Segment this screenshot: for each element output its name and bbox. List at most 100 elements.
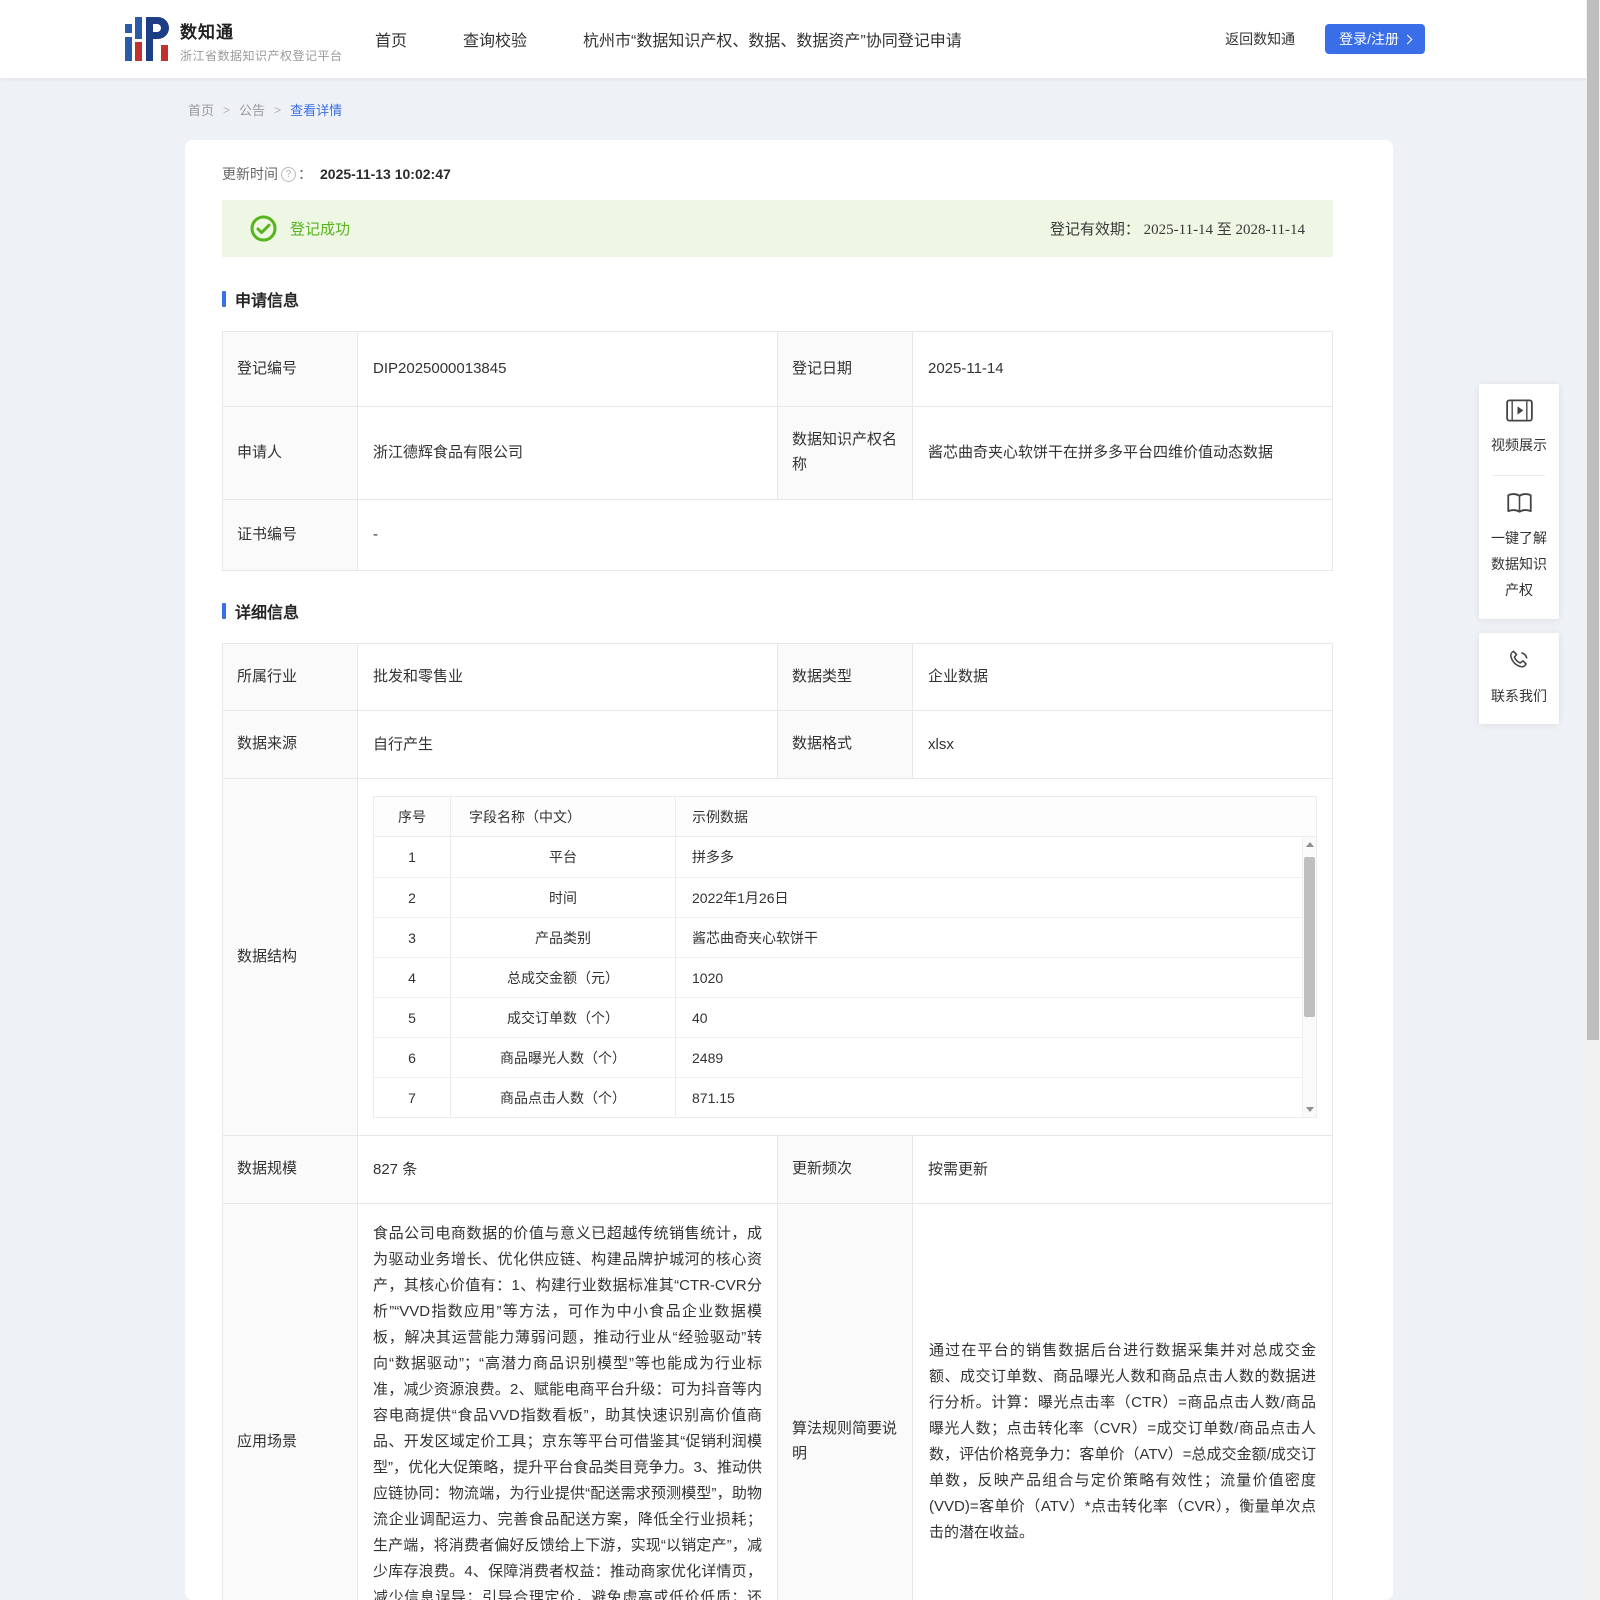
help-icon[interactable]: ? bbox=[281, 166, 296, 182]
cell-sample: 酱芯曲奇夹心软饼干 bbox=[692, 929, 818, 946]
table-row: 数据结构 序号 字段名称（中文） 示例数据 1 平台 拼多多 2 时间 2022… bbox=[223, 778, 1332, 1135]
floating-side-panel: 视频展示 一键了解数据知识产权 联系我们 bbox=[1479, 384, 1559, 725]
brand-subtitle: 浙江省数据知识产权登记平台 bbox=[180, 48, 343, 63]
validity-label: 登记有效期： bbox=[1049, 222, 1140, 238]
cell-field: 总成交金额（元） bbox=[451, 958, 676, 997]
top-nav-bar: 数知通 浙江省数据知识产权登记平台 首页 查询校验 杭州市“数据知识产权、数据、… bbox=[0, 0, 1600, 78]
table-row: 4 总成交金额（元） 1020 bbox=[374, 957, 1316, 997]
header-actions: 返回数知通 登录/注册 bbox=[1225, 0, 1425, 78]
cell-sample: 拼多多 bbox=[692, 849, 734, 865]
scroll-up-icon[interactable] bbox=[1306, 842, 1314, 847]
table-row: 所属行业 批发和零售业 数据类型 企业数据 bbox=[223, 644, 1332, 710]
video-icon bbox=[1505, 399, 1533, 426]
cell-no: 4 bbox=[374, 958, 451, 997]
breadcrumb-separator-icon: > bbox=[274, 102, 282, 117]
data-structure-label: 数据结构 bbox=[223, 779, 358, 1135]
update-time-colon: ： bbox=[298, 166, 312, 182]
cell-field: 平台 bbox=[451, 837, 676, 877]
back-to-shuzhitong-link[interactable]: 返回数知通 bbox=[1225, 29, 1295, 49]
title-accent-bar bbox=[222, 603, 226, 619]
breadcrumb-announcement[interactable]: 公告 bbox=[239, 100, 265, 119]
brand-text: 数知通 浙江省数据知识产权登记平台 bbox=[180, 18, 343, 64]
breadcrumb-home[interactable]: 首页 bbox=[188, 100, 214, 119]
cell-no: 5 bbox=[374, 998, 451, 1037]
ip-name-value: 酱芯曲奇夹心软饼干在拼多多平台四维价值动态数据 bbox=[928, 444, 1274, 461]
table-row: 应用场景 食品公司电商数据的价值与意义已超越传统销售统计，成为驱动业务增长、优化… bbox=[223, 1203, 1332, 1600]
table-row: 申请人 浙江德辉食品有限公司 数据知识产权名称 酱芯曲奇夹心软饼干在拼多多平台四… bbox=[223, 406, 1332, 499]
cell-field: 产品类别 bbox=[451, 918, 676, 957]
learn-data-ip-button[interactable]: 一键了解数据知识产权 bbox=[1485, 492, 1553, 604]
detail-content-card: 更新时间 ? ： 2025-11-13 10:02:47 登记成功 登记有效期：… bbox=[185, 140, 1393, 1600]
inner-table-scrollbar[interactable] bbox=[1302, 837, 1316, 1117]
apply-info-table: 登记编号 DIP2025000013845 登记日期 2025-11-14 申请… bbox=[222, 331, 1333, 571]
data-source-label: 数据来源 bbox=[223, 711, 358, 778]
apply-info-title-text: 申请信息 bbox=[235, 293, 300, 310]
registration-success-banner: 登记成功 登记有效期： 2025-11-14 至 2028-11-14 bbox=[222, 200, 1333, 257]
scrollbar-thumb[interactable] bbox=[1304, 857, 1315, 1017]
page-scrollbar[interactable] bbox=[1586, 0, 1600, 1600]
side-card-contact: 联系我们 bbox=[1479, 632, 1559, 725]
table-row: 7 商品点击人数（个） 871.15 bbox=[374, 1077, 1316, 1117]
table-row: 证书编号 - bbox=[223, 499, 1332, 570]
phone-icon bbox=[1507, 650, 1532, 677]
detail-info-title-text: 详细信息 bbox=[235, 605, 300, 622]
data-source-value: 自行产生 bbox=[358, 711, 778, 778]
data-scale-value: 827 条 bbox=[358, 1136, 778, 1203]
structure-table-body: 1 平台 拼多多 2 时间 2022年1月26日 3 产品类别 酱芯曲奇夹心软饼… bbox=[374, 837, 1316, 1117]
cert-number-value: - bbox=[373, 526, 378, 543]
table-row: 数据来源 自行产生 数据格式 xlsx bbox=[223, 710, 1332, 778]
reg-number-value: DIP2025000013845 bbox=[358, 332, 778, 406]
page: 数知通 浙江省数据知识产权登记平台 首页 查询校验 杭州市“数据知识产权、数据、… bbox=[0, 0, 1600, 1600]
detail-info-table: 所属行业 批发和零售业 数据类型 企业数据 数据来源 自行产生 数据格式 xls… bbox=[222, 643, 1333, 1600]
data-format-label: 数据格式 bbox=[778, 711, 913, 778]
nav-item-home[interactable]: 首页 bbox=[375, 27, 407, 51]
cell-field: 成交订单数（个） bbox=[451, 998, 676, 1037]
cell-field: 商品曝光人数（个） bbox=[451, 1038, 676, 1077]
data-structure-cell: 序号 字段名称（中文） 示例数据 1 平台 拼多多 2 时间 2022年1月26… bbox=[358, 779, 1332, 1135]
video-demo-button[interactable]: 视频展示 bbox=[1485, 399, 1553, 459]
login-register-label: 登录/注册 bbox=[1339, 31, 1399, 47]
applicant-label: 申请人 bbox=[223, 407, 358, 499]
cell-sample: 2489 bbox=[692, 1049, 724, 1066]
book-icon bbox=[1506, 493, 1533, 519]
update-frequency-value: 按需更新 bbox=[928, 1160, 989, 1178]
logo-icon bbox=[125, 15, 169, 66]
page-scrollbar-thumb[interactable] bbox=[1587, 0, 1599, 1040]
cell-no: 1 bbox=[374, 837, 451, 877]
contact-us-button[interactable]: 联系我们 bbox=[1485, 648, 1553, 710]
algorithm-rules-text: 通过在平台的销售数据后台进行数据采集并对总成交金额、成交订单数、商品曝光人数和商… bbox=[929, 1342, 1316, 1541]
cell-sample: 871.15 bbox=[692, 1089, 735, 1106]
cert-number-label: 证书编号 bbox=[223, 500, 358, 570]
algorithm-rules-label: 算法规则简要说明 bbox=[778, 1204, 913, 1600]
scroll-down-icon[interactable] bbox=[1306, 1107, 1314, 1112]
table-row: 登记编号 DIP2025000013845 登记日期 2025-11-14 bbox=[223, 332, 1332, 406]
applicant-value: 浙江德辉食品有限公司 bbox=[358, 407, 778, 499]
update-time-row: 更新时间 ? ： 2025-11-13 10:02:47 bbox=[222, 164, 1333, 184]
application-scenario-label: 应用场景 bbox=[223, 1204, 358, 1600]
application-scenario-text: 食品公司电商数据的价值与意义已超越传统销售统计，成为驱动业务增长、优化供应链、构… bbox=[358, 1204, 778, 1600]
cell-no: 3 bbox=[374, 918, 451, 957]
reg-number-label: 登记编号 bbox=[223, 332, 358, 406]
video-demo-label: 视频展示 bbox=[1491, 437, 1547, 453]
industry-value: 批发和零售业 bbox=[358, 644, 778, 710]
brand-name: 数知通 bbox=[180, 22, 234, 42]
breadcrumb-detail-current: 查看详情 bbox=[290, 103, 343, 118]
divider bbox=[1493, 474, 1545, 476]
title-accent-bar bbox=[222, 291, 226, 307]
brand-logo[interactable]: 数知通 浙江省数据知识产权登记平台 bbox=[125, 15, 343, 66]
breadcrumb-separator-icon: > bbox=[223, 102, 231, 117]
cell-no: 7 bbox=[374, 1078, 451, 1117]
col-header-no: 序号 bbox=[374, 797, 451, 836]
success-check-icon bbox=[250, 215, 277, 242]
col-header-sample: 示例数据 bbox=[692, 808, 748, 825]
registration-status-text: 登记成功 bbox=[290, 221, 351, 238]
structure-table: 序号 字段名称（中文） 示例数据 1 平台 拼多多 2 时间 2022年1月26… bbox=[373, 796, 1317, 1118]
ip-name-label: 数据知识产权名称 bbox=[778, 407, 913, 499]
login-register-button[interactable]: 登录/注册 bbox=[1325, 24, 1425, 54]
nav-item-hangzhou-registration[interactable]: 杭州市“数据知识产权、数据、数据资产”协同登记申请 bbox=[583, 27, 962, 51]
cell-sample: 1020 bbox=[692, 969, 724, 986]
main-nav: 首页 查询校验 杭州市“数据知识产权、数据、数据资产”协同登记申请 bbox=[375, 0, 962, 78]
table-row: 1 平台 拼多多 bbox=[374, 837, 1316, 877]
nav-item-query-verify[interactable]: 查询校验 bbox=[463, 27, 527, 51]
table-row: 5 成交订单数（个） 40 bbox=[374, 997, 1316, 1037]
